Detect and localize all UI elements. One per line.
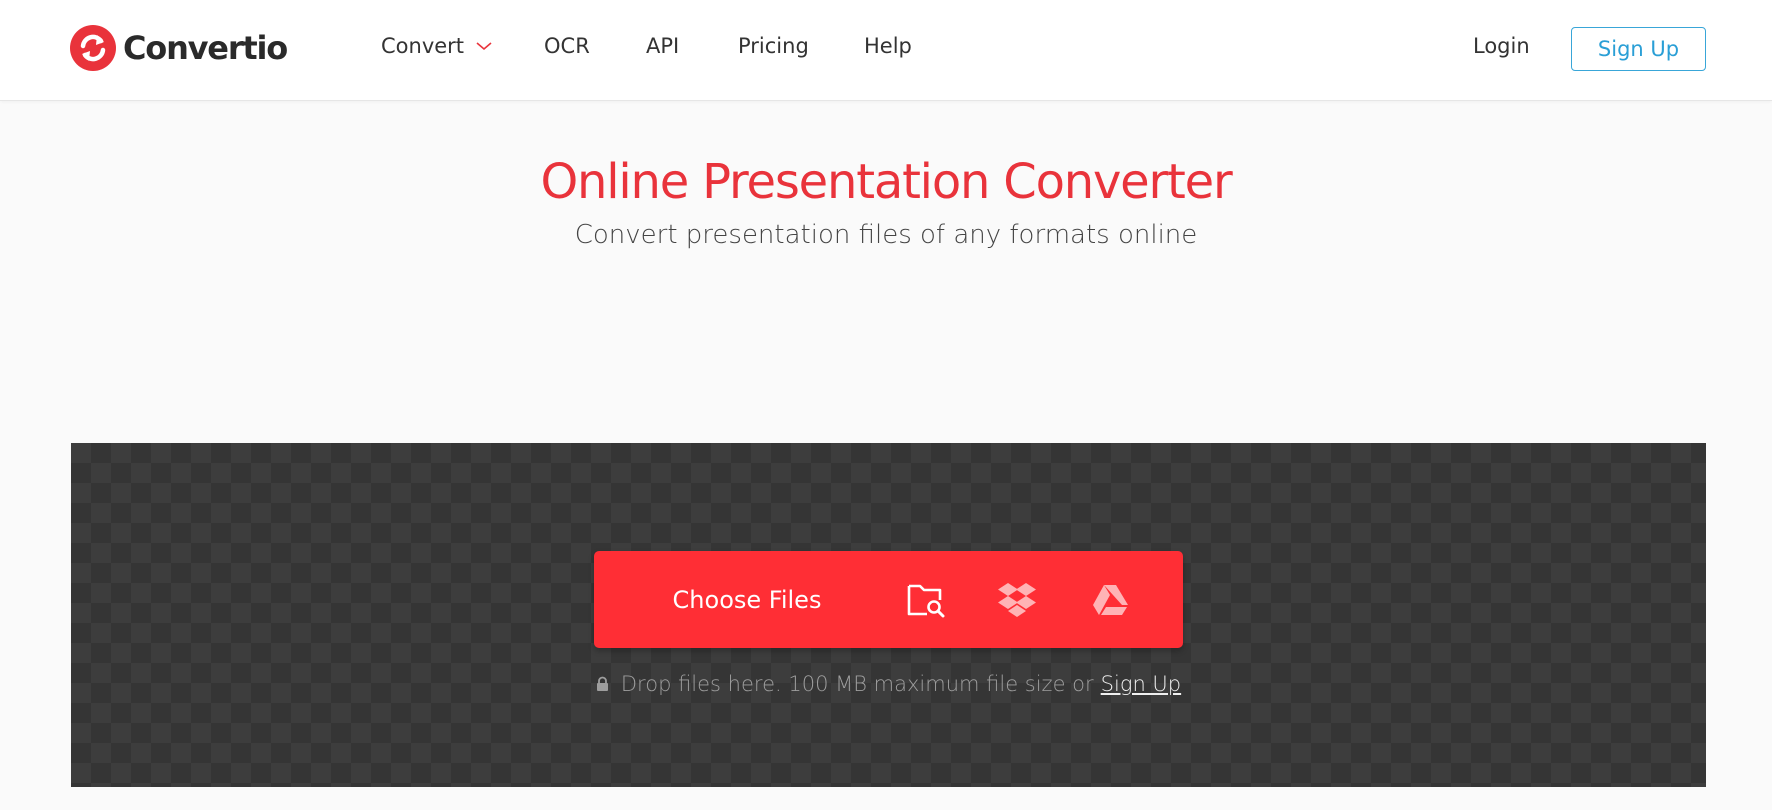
nav-ocr[interactable]: OCR bbox=[544, 34, 590, 58]
google-drive-icon[interactable] bbox=[1088, 578, 1132, 622]
choose-files-panel: Choose Files bbox=[594, 551, 1183, 648]
nav-convert[interactable]: Convert bbox=[381, 34, 492, 58]
drop-note-signup-link[interactable]: Sign Up bbox=[1101, 672, 1181, 696]
file-dropzone[interactable]: Choose Files Drop files here. 100 MB max… bbox=[71, 443, 1706, 787]
site-header: Convertio Convert OCR API Pricing Help L… bbox=[0, 0, 1772, 101]
nav-convert-label: Convert bbox=[381, 34, 465, 58]
nav-pricing[interactable]: Pricing bbox=[738, 34, 809, 58]
drop-note: Drop files here. 100 MB maximum file siz… bbox=[71, 672, 1706, 696]
folder-search-icon[interactable] bbox=[904, 578, 948, 622]
drop-note-text: Drop files here. 100 MB maximum file siz… bbox=[620, 672, 1094, 696]
chevron-down-icon bbox=[476, 42, 492, 51]
nav-help[interactable]: Help bbox=[864, 34, 912, 58]
choose-files-button[interactable]: Choose Files bbox=[594, 551, 900, 648]
dropbox-icon[interactable] bbox=[995, 578, 1039, 622]
page-title: Online Presentation Converter bbox=[540, 154, 1232, 210]
nav-api[interactable]: API bbox=[646, 34, 679, 58]
lock-icon bbox=[596, 676, 608, 691]
page-subtitle: Convert presentation files of any format… bbox=[574, 220, 1198, 250]
login-link[interactable]: Login bbox=[1473, 34, 1530, 58]
signup-button[interactable]: Sign Up bbox=[1571, 27, 1706, 71]
